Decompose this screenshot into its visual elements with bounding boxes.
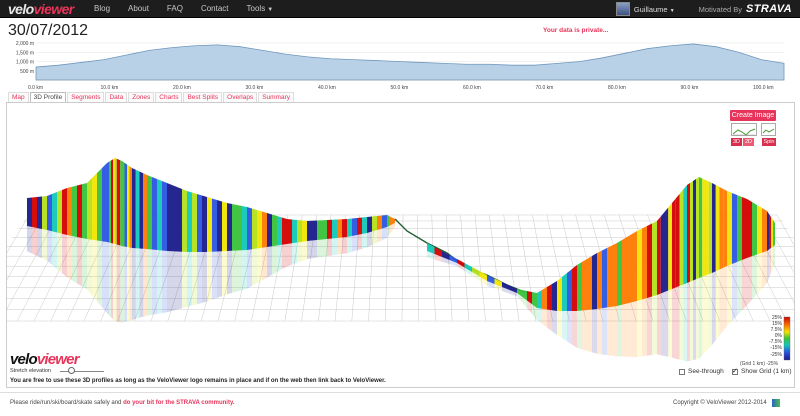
elev-x-tick: 10.0 km: [101, 85, 119, 91]
tab-data[interactable]: Data: [105, 92, 128, 102]
tab-summary[interactable]: Summary: [258, 92, 294, 102]
see-through-checkbox[interactable]: [679, 368, 685, 375]
chart-icon[interactable]: [772, 399, 780, 407]
legend-label: -25%: [770, 351, 782, 358]
elev-x-tick: 90.0 km: [681, 85, 699, 91]
tab-3d-profile[interactable]: 3D Profile: [29, 92, 67, 102]
3d-profile-canvas[interactable]: [7, 103, 795, 388]
create-image-button[interactable]: Create Image: [730, 110, 776, 121]
stretch-slider-track[interactable]: [60, 371, 104, 372]
view-thumbnail-3d[interactable]: [731, 123, 757, 136]
show-grid-label: Show Grid (1 km): [741, 368, 792, 375]
view-2d-button[interactable]: 2D: [743, 138, 754, 146]
strava-logo[interactable]: STRAVA: [746, 3, 792, 15]
stretch-slider-handle[interactable]: [68, 367, 75, 374]
private-message[interactable]: Your data is private...: [543, 27, 608, 34]
elev-x-tick: 40.0 km: [318, 85, 336, 91]
page-title: 30/07/2012: [8, 22, 89, 39]
see-through-toggle[interactable]: See-through: [679, 368, 724, 375]
grid-note: (Grid 1 km) -25%: [740, 361, 779, 367]
show-grid-toggle[interactable]: Show Grid (1 km): [732, 367, 792, 375]
profile-ribbon-left: [27, 158, 395, 323]
tab-overlaps[interactable]: Overlaps: [223, 92, 258, 102]
view-thumbnail-spin[interactable]: [761, 123, 776, 136]
top-navbar: veloviewer Blog About FAQ Contact Tools ▼…: [0, 0, 800, 18]
profile-thumb-icon: [732, 128, 756, 136]
nav-blog[interactable]: Blog: [94, 4, 110, 13]
legend-labels: 25% 15% 7.5% 0% -7.5% -15% -25%: [756, 315, 782, 358]
tab-segments[interactable]: Segments: [67, 92, 105, 102]
nav-faq[interactable]: FAQ: [167, 4, 183, 13]
avatar[interactable]: [615, 2, 630, 16]
elev-x-tick: 50.0 km: [391, 85, 409, 91]
show-grid-checkbox[interactable]: [732, 367, 738, 375]
user-name: Guillaume: [633, 4, 668, 14]
elev-x-tick: 80.0 km: [608, 85, 626, 91]
tab-map[interactable]: Map: [8, 92, 29, 102]
elev-x-tick: 0.0 km: [28, 85, 43, 91]
nav-tools[interactable]: Tools ▼: [247, 4, 274, 13]
elev-y-tick: 1,000 m: [16, 60, 34, 66]
elev-y-tick: 2,000 m: [16, 41, 34, 47]
nav-links: Blog About FAQ Contact Tools ▼: [94, 4, 291, 13]
caret-down-icon: ▼: [669, 7, 675, 14]
spin-button[interactable]: Spin: [762, 138, 776, 146]
usage-notice: You are free to use these 3D profiles as…: [10, 378, 386, 384]
3d-profile-panel: [6, 102, 795, 388]
copyright: Copyright © VeloViewer 2012-2014: [673, 400, 767, 406]
elev-x-tick: 100.0 km: [753, 85, 774, 91]
motivated-by-label: Motivated By: [698, 4, 742, 14]
tab-best-splits[interactable]: Best Splits: [183, 92, 223, 102]
profile-thumb-icon: [762, 128, 775, 134]
stretch-elevation-label: Stretch elevation: [10, 368, 51, 374]
strava-community-link[interactable]: do your bit for the STRAVA community.: [123, 400, 234, 406]
nav-tools-label: Tools: [246, 4, 266, 13]
tab-charts[interactable]: Charts: [155, 92, 183, 102]
elev-x-tick: 20.0 km: [173, 85, 191, 91]
elev-x-tick: 70.0 km: [536, 85, 554, 91]
brand-logo[interactable]: veloviewer: [8, 1, 74, 17]
caret-down-icon: ▼: [267, 7, 274, 13]
nav-contact[interactable]: Contact: [201, 4, 229, 13]
see-through-label: See-through: [688, 368, 724, 375]
tab-zones[interactable]: Zones: [128, 92, 155, 102]
view-3d-button[interactable]: 3D: [731, 138, 742, 146]
footer: Please ride/run/ski/board/skate safely a…: [0, 392, 800, 416]
user-menu[interactable]: Guillaume ▼: [634, 5, 675, 14]
elev-x-tick: 60.0 km: [463, 85, 481, 91]
elev-y-tick: 1,500 m: [16, 50, 34, 56]
veloviewer-logo[interactable]: veloviewer: [10, 351, 80, 368]
elev-x-tick: 30.0 km: [246, 85, 264, 91]
tab-bar: Map 3D Profile Segments Data Zones Chart…: [8, 92, 295, 102]
elevation-profile-chart[interactable]: 2,000 m 1,500 m 1,000 m 500 m 0.0 km 10.0 km 2…: [8, 40, 788, 94]
elev-area: [35, 43, 785, 81]
footer-message: Please ride/run/ski/board/skate safely a…: [10, 400, 235, 406]
nav-right: Guillaume ▼ Motivated By STRAVA: [615, 1, 792, 17]
elev-y-tick: 500 m: [20, 69, 34, 75]
nav-about[interactable]: About: [128, 4, 149, 13]
profile-ribbon-right: [427, 177, 775, 362]
